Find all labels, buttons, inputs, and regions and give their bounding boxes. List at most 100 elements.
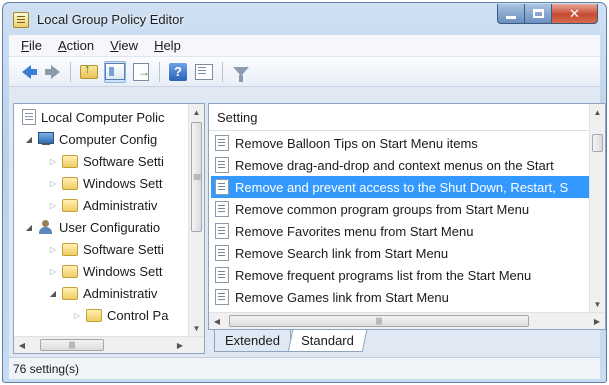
policy-setting-icon: [215, 135, 229, 151]
tree-item-label: Local Computer Polic: [41, 109, 165, 125]
menu-view[interactable]: View: [102, 38, 146, 53]
tree-item-label: Administrativ: [83, 285, 158, 301]
setting-label: Remove Favorites menu from Start Menu: [235, 223, 474, 239]
title-bar[interactable]: Local Group Policy Editor ✕: [3, 3, 606, 35]
list-item[interactable]: Remove Games link from Start Menu: [211, 286, 589, 308]
scroll-thumb[interactable]: [191, 122, 202, 232]
tree-item-computer-configuration[interactable]: ◢ Computer Config: [24, 128, 157, 150]
computer-icon: [38, 132, 54, 146]
tree-item-administrative-templates[interactable]: ▷ Administrativ: [48, 194, 158, 216]
menu-action[interactable]: Action: [50, 38, 102, 53]
tab-standard-label: Standard: [301, 333, 354, 348]
policy-setting-icon: [215, 179, 229, 195]
list-item[interactable]: Remove Balloon Tips on Start Menu items: [211, 132, 589, 154]
tab-standard[interactable]: Standard: [287, 330, 368, 352]
scroll-down-icon[interactable]: ▼: [590, 296, 605, 312]
scroll-thumb[interactable]: [592, 134, 603, 152]
settings-list-pane: Setting Remove Balloon Tips on Start Men…: [208, 103, 606, 330]
collapsed-arrow-icon[interactable]: ▷: [48, 267, 58, 276]
collapsed-arrow-icon[interactable]: ▷: [48, 179, 58, 188]
folder-icon: [62, 242, 78, 256]
tree-item-label: Administrativ: [83, 197, 158, 213]
menu-help[interactable]: Help: [146, 38, 189, 53]
tree-item-label: User Configuratio: [59, 219, 161, 235]
scroll-up-icon[interactable]: ▲: [590, 104, 605, 120]
scroll-thumb[interactable]: [40, 339, 104, 351]
menu-view-label: iew: [118, 38, 139, 53]
tree-pane: Local Computer Polic ◢ Computer Config ▷…: [13, 103, 205, 354]
list-item[interactable]: Remove frequent programs list from the S…: [211, 264, 589, 286]
expanded-arrow-icon[interactable]: ◢: [24, 223, 34, 232]
folder-icon: [62, 198, 78, 212]
menu-file[interactable]: File: [13, 38, 50, 53]
help-button[interactable]: ?: [167, 61, 189, 83]
tree-item-control-panel[interactable]: ▷ Control Pa: [72, 304, 169, 326]
tree-view: Local Computer Polic ◢ Computer Config ▷…: [14, 104, 188, 336]
setting-label: Remove Balloon Tips on Start Menu items: [235, 135, 478, 151]
collapsed-arrow-icon[interactable]: ▷: [48, 157, 58, 166]
scroll-up-icon[interactable]: ▲: [189, 104, 204, 120]
tree-item-user-windows-settings[interactable]: ▷ Windows Sett: [48, 260, 163, 282]
tree-item-windows-settings[interactable]: ▷ Windows Sett: [48, 172, 163, 194]
list-item[interactable]: Remove common program groups from Start …: [211, 198, 589, 220]
tree-horizontal-scrollbar[interactable]: ◀ ▶: [14, 336, 204, 353]
minimize-icon: [506, 15, 516, 19]
setting-label: Remove and prevent access to the Shut Do…: [235, 179, 569, 195]
maximize-icon: [532, 9, 544, 18]
scroll-right-icon[interactable]: ▶: [172, 337, 188, 353]
close-button[interactable]: ✕: [552, 4, 598, 24]
setting-label: Remove common program groups from Start …: [235, 201, 530, 217]
help-icon: ?: [169, 62, 187, 81]
window-controls: ✕: [497, 4, 598, 24]
list-item-selected[interactable]: Remove and prevent access to the Shut Do…: [211, 176, 589, 198]
list-item[interactable]: Remove Favorites menu from Start Menu: [211, 220, 589, 242]
menu-action-label: ction: [66, 38, 95, 53]
tree-item-label: Windows Sett: [83, 263, 163, 279]
tree-item-label: Windows Sett: [83, 175, 163, 191]
policy-setting-icon: [215, 157, 229, 173]
tree-item-user-configuration[interactable]: ◢ User Configuratio: [24, 216, 160, 238]
tree-item-software-settings[interactable]: ▷ Software Setti: [48, 150, 164, 172]
collapsed-arrow-icon[interactable]: ▷: [48, 245, 58, 254]
up-one-level-button[interactable]: [78, 61, 100, 83]
setting-label: Remove Games link from Start Menu: [235, 289, 449, 305]
tree-item-user-administrative-templates[interactable]: ◢ Administrativ: [48, 282, 158, 304]
list-vertical-scrollbar[interactable]: ▲ ▼: [589, 104, 605, 312]
tree-item-local-computer-policy[interactable]: Local Computer Polic: [20, 106, 165, 128]
properties-button[interactable]: [193, 61, 215, 83]
column-header-label: Setting: [217, 109, 258, 125]
list-horizontal-scrollbar[interactable]: ◀ ▶: [209, 312, 605, 329]
filter-button[interactable]: [230, 61, 252, 83]
export-list-button[interactable]: [130, 61, 152, 83]
collapsed-arrow-icon[interactable]: ▷: [72, 311, 82, 320]
tree-item-user-software-settings[interactable]: ▷ Software Setti: [48, 238, 164, 260]
close-icon: ✕: [569, 6, 580, 21]
forward-button[interactable]: [41, 61, 63, 83]
expanded-arrow-icon[interactable]: ◢: [48, 289, 58, 298]
export-list-icon: [133, 62, 150, 81]
tree-item-label: Software Setti: [83, 153, 164, 169]
list-item[interactable]: Remove drag-and-drop and context menus o…: [211, 154, 589, 176]
scroll-left-icon[interactable]: ◀: [14, 337, 30, 353]
expanded-arrow-icon[interactable]: ◢: [24, 135, 34, 144]
collapsed-arrow-icon[interactable]: ▷: [48, 201, 58, 210]
view-tabs: Extended Standard: [208, 330, 606, 354]
gpedit-app-icon[interactable]: [13, 12, 29, 28]
list-item[interactable]: Remove Search link from Start Menu: [211, 242, 589, 264]
column-header-setting[interactable]: Setting: [209, 104, 589, 131]
back-button[interactable]: [15, 61, 37, 83]
tree-vertical-scrollbar[interactable]: ▲ ▼: [188, 104, 204, 336]
scroll-thumb[interactable]: [229, 315, 529, 327]
tab-extended[interactable]: Extended: [214, 330, 291, 352]
scroll-right-icon[interactable]: ▶: [589, 313, 605, 329]
menu-help-label: elp: [163, 38, 181, 53]
show-hide-tree-button[interactable]: [104, 60, 126, 83]
scroll-down-icon[interactable]: ▼: [189, 320, 204, 336]
scroll-grip-icon: [69, 341, 75, 349]
policy-setting-icon: [215, 245, 229, 261]
toolbar-separator: [70, 61, 71, 82]
scroll-left-icon[interactable]: ◀: [209, 313, 225, 329]
maximize-button[interactable]: [525, 4, 552, 24]
minimize-button[interactable]: [497, 4, 525, 24]
setting-label: Remove drag-and-drop and context menus o…: [235, 157, 554, 173]
